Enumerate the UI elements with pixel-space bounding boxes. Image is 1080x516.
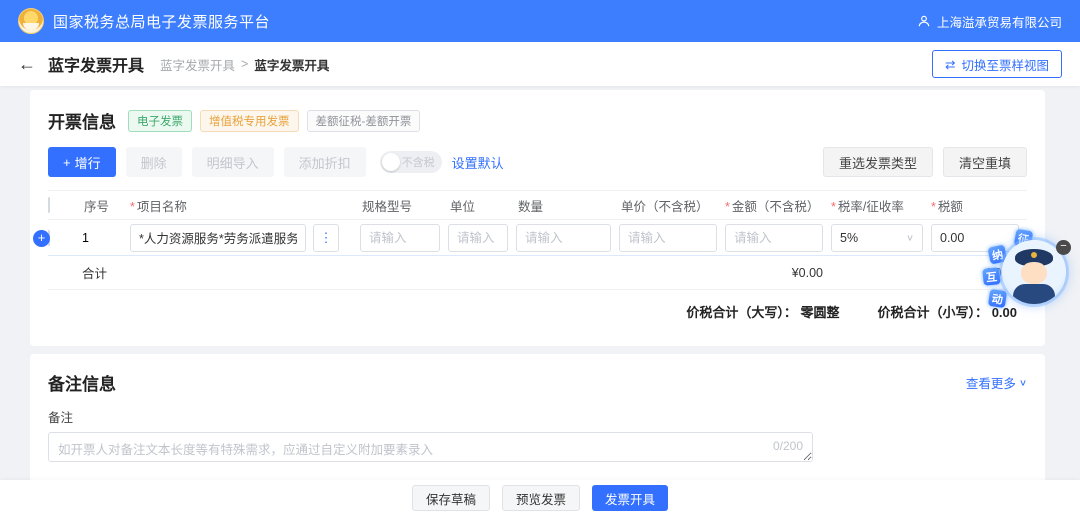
header-quantity: 数量 — [516, 196, 611, 215]
breadcrumb: 蓝字发票开具 > 蓝字发票开具 — [160, 55, 329, 74]
nav-bar: ← 蓝字发票开具 蓝字发票开具 > 蓝字发票开具 ⇄ 切换至票样视图 — [0, 42, 1080, 86]
quantity-input[interactable] — [516, 224, 611, 252]
char-counter: 0/200 — [773, 439, 803, 453]
invoice-section-title: 开票信息 — [48, 108, 116, 133]
table-header-row: 序号 *项目名称 规格型号 单位 数量 单价（不含税） *金额（不含税） *税率… — [48, 190, 1027, 220]
remark-textarea[interactable] — [48, 432, 813, 462]
tag-vat-special-invoice: 增值税专用发票 — [200, 110, 299, 132]
switch-icon: ⇄ — [945, 57, 955, 72]
view-more-label: 查看更多 — [966, 373, 1016, 392]
sum-figure-label: 价税合计（小写）： — [878, 305, 989, 320]
back-icon[interactable]: ← — [18, 54, 36, 75]
sum-capital-value: 零圆整 — [801, 305, 840, 320]
switch-view-button[interactable]: ⇄ 切换至票样视图 — [932, 50, 1062, 78]
add-row-label: 增行 — [75, 153, 101, 172]
header-spec: 规格型号 — [360, 196, 440, 215]
reselect-invoice-type-button[interactable]: 重选发票类型 — [823, 147, 933, 177]
tax-interaction-widget[interactable]: 征 纳 互 动 — [982, 230, 1066, 324]
header-amount: *金额（不含税） — [725, 196, 823, 215]
table-row: + 1 ⋮ 5% ∨ — [48, 220, 1027, 256]
spec-input[interactable] — [360, 224, 440, 252]
insert-row-icon[interactable]: + — [33, 230, 50, 247]
unit-input[interactable] — [448, 224, 508, 252]
sum-capital-label: 价税合计（大写）： — [686, 305, 797, 320]
chevron-down-icon: ∨ — [906, 232, 914, 242]
toggle-knob — [382, 153, 400, 171]
page-title: 蓝字发票开具 — [48, 52, 144, 76]
main-content: 开票信息 电子发票 增值税专用发票 差额征税-差额开票 + 增行 删除 明细导入… — [0, 86, 1080, 516]
save-draft-button[interactable]: 保存草稿 — [412, 485, 490, 511]
grand-total-row: 价税合计（大写）： 零圆整 价税合计（小写）： 0.00 — [48, 290, 1027, 332]
header-seq: 序号 — [82, 196, 122, 215]
select-all-checkbox[interactable] — [48, 197, 50, 213]
platform-title: 国家税务总局电子发票服务平台 — [53, 11, 270, 32]
tax-rate-select[interactable]: 5% ∨ — [831, 224, 923, 252]
header-tax-rate: *税率/征收率 — [831, 196, 923, 215]
amount-input[interactable] — [725, 224, 823, 252]
add-discount-button[interactable]: 添加折扣 — [284, 147, 366, 177]
action-footer: 保存草稿 预览发票 发票开具 — [0, 480, 1080, 516]
total-label: 合计 — [82, 263, 122, 282]
tag-electronic-invoice: 电子发票 — [128, 110, 192, 132]
tax-excluded-toggle[interactable]: 不含税 — [380, 151, 442, 173]
view-more-link[interactable]: 查看更多 ∨ — [966, 373, 1027, 392]
invoice-toolbar: + 增行 删除 明细导入 添加折扣 不含税 设置默认 重选发票类型 清空重填 — [30, 133, 1045, 177]
item-name-input[interactable] — [130, 224, 306, 252]
header-tax-amount: *税额 — [931, 196, 1019, 215]
collapse-widget-icon[interactable]: − — [1056, 240, 1071, 255]
plus-icon: + — [63, 155, 71, 170]
total-amount: ¥0.00 — [725, 266, 823, 280]
company-name: 上海溢承贸易有限公司 — [937, 12, 1062, 31]
clear-refill-button[interactable]: 清空重填 — [943, 147, 1027, 177]
unit-price-input[interactable] — [619, 224, 717, 252]
detail-import-button[interactable]: 明细导入 — [192, 147, 274, 177]
breadcrumb-parent[interactable]: 蓝字发票开具 — [160, 55, 235, 74]
toggle-label: 不含税 — [402, 154, 435, 170]
remarks-section-title: 备注信息 — [48, 370, 116, 395]
chevron-down-icon: ∨ — [1019, 377, 1027, 387]
breadcrumb-current: 蓝字发票开具 — [254, 55, 329, 74]
invoice-info-panel: 开票信息 电子发票 增值税专用发票 差额征税-差额开票 + 增行 删除 明细导入… — [30, 90, 1045, 346]
header-unit-price: 单价（不含税） — [619, 196, 717, 215]
total-row: 合计 ¥0.00 ¥0.00 — [48, 256, 1027, 290]
user-icon — [917, 14, 931, 28]
tax-rate-value: 5% — [840, 231, 858, 245]
switch-view-label: 切换至票样视图 — [961, 55, 1049, 74]
remark-field-label: 备注 — [30, 395, 1045, 430]
header-item-name: *项目名称 — [130, 196, 352, 215]
delete-button[interactable]: 删除 — [126, 147, 182, 177]
breadcrumb-separator-icon: > — [241, 57, 248, 71]
widget-char-hu: 互 — [982, 267, 1001, 286]
more-options-icon[interactable]: ⋮ — [313, 224, 339, 252]
header-unit: 单位 — [448, 196, 508, 215]
account-area[interactable]: 上海溢承贸易有限公司 — [917, 12, 1062, 31]
row-seq: 1 — [82, 231, 122, 245]
issue-invoice-button[interactable]: 发票开具 — [592, 485, 668, 511]
preview-invoice-button[interactable]: 预览发票 — [502, 485, 580, 511]
set-default-link[interactable]: 设置默认 — [452, 153, 504, 172]
widget-char-dong: 动 — [988, 289, 1007, 308]
line-items-table: 序号 *项目名称 规格型号 单位 数量 单价（不含税） *金额（不含税） *税率… — [48, 190, 1027, 332]
app-header: 国家税务总局电子发票服务平台 上海溢承贸易有限公司 — [0, 0, 1080, 42]
add-row-button[interactable]: + 增行 — [48, 147, 116, 177]
tax-emblem-logo-icon — [18, 8, 44, 34]
tag-differential-tax: 差额征税-差额开票 — [307, 110, 421, 132]
